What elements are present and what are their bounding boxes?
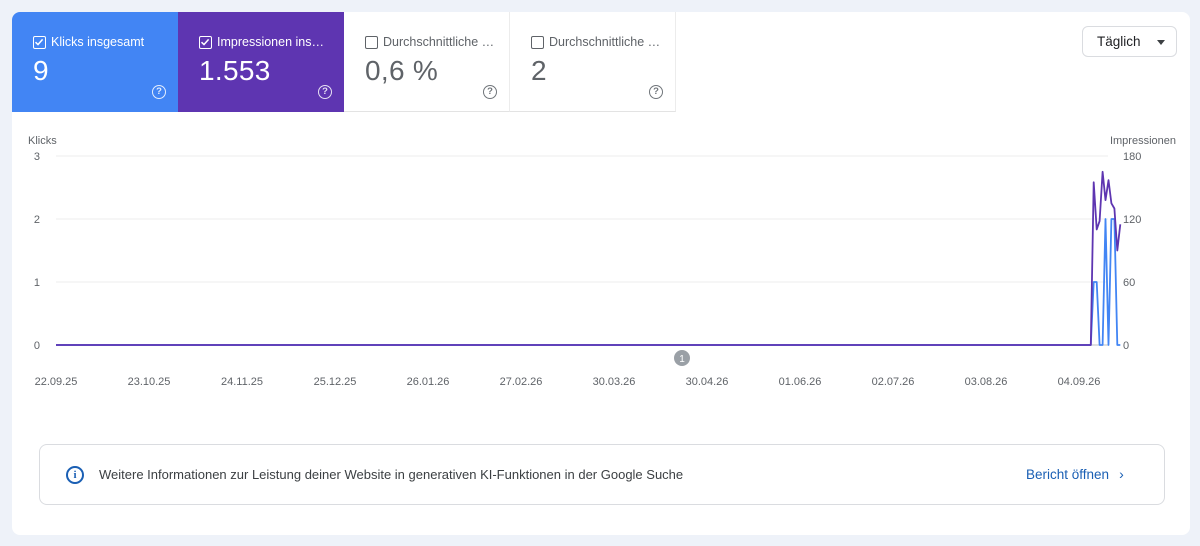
info-icon: i — [66, 466, 84, 484]
x-tick-label: 23.10.25 — [128, 376, 171, 388]
x-tick-label: 02.07.26 — [872, 376, 915, 388]
x-tick-label: 25.12.25 — [314, 376, 357, 388]
left-tick-label: 2 — [34, 214, 40, 226]
impressions-series-line — [56, 170, 1122, 346]
x-tick-label: 04.09.26 — [1058, 376, 1101, 388]
x-tick-label: 26.01.26 — [407, 376, 450, 388]
annotation-badge-label: 1 — [679, 354, 685, 365]
x-tick-label: 22.09.25 — [35, 376, 78, 388]
open-report-link[interactable]: Bericht öffnen › — [1026, 466, 1124, 482]
x-tick-label: 01.06.26 — [779, 376, 822, 388]
ai-features-info-banner: i Weitere Informationen zur Leistung dei… — [39, 444, 1165, 505]
left-tick-label: 3 — [34, 151, 40, 163]
performance-chart: 3 2 1 0 180 120 60 0 22.09.25 23.10.25 24.11.25 25.… — [34, 151, 1141, 388]
performance-card: Klicks insgesamt 9 ? Impressionen ins… 1… — [12, 12, 1190, 535]
x-tick-label: 24.11.25 — [221, 376, 263, 388]
right-tick-label: 120 — [1123, 214, 1141, 226]
x-tick-label: 03.08.26 — [965, 376, 1008, 388]
open-report-label: Bericht öffnen — [1026, 466, 1110, 482]
info-text: Weitere Informationen zur Leistung deine… — [99, 467, 684, 482]
x-tick-label: 30.04.26 — [686, 376, 729, 388]
left-tick-label: 1 — [34, 277, 40, 289]
chevron-right-icon: › — [1119, 466, 1124, 482]
left-tick-label: 0 — [34, 340, 40, 352]
x-tick-label: 30.03.26 — [593, 376, 636, 388]
right-tick-label: 180 — [1123, 151, 1141, 163]
x-tick-label: 27.02.26 — [500, 376, 543, 388]
right-tick-label: 0 — [1123, 340, 1129, 352]
right-tick-label: 60 — [1123, 277, 1135, 289]
